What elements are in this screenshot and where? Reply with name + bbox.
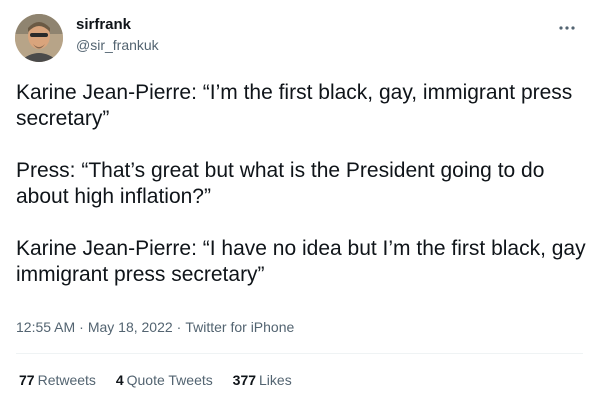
tweet-source-link[interactable]: Twitter for iPhone [185, 319, 294, 335]
tweet-timestamp-link[interactable]: 12:55 AM · May 18, 2022 [16, 319, 173, 335]
retweets-stat[interactable]: 77 Retweets [19, 372, 96, 388]
tweet-card: sirfrank @sir_frankuk Karine Jean-Pierre… [0, 0, 599, 401]
tweet-metadata: 12:55 AM · May 18, 2022 · Twitter for iPhone [16, 319, 294, 335]
retweets-count: 77 [19, 372, 35, 388]
meta-separator: · [176, 319, 182, 335]
retweets-label: Retweets [37, 372, 96, 388]
avatar[interactable] [15, 14, 63, 62]
tweet-date: May 18, 2022 [87, 319, 173, 335]
likes-label: Likes [259, 372, 292, 388]
author-info: sirfrank @sir_frankuk [76, 15, 159, 52]
more-horizontal-icon [559, 26, 575, 30]
more-options-button[interactable] [557, 20, 577, 30]
quote-tweets-stat[interactable]: 4 Quote Tweets [116, 372, 213, 388]
likes-count: 377 [232, 372, 257, 388]
author-display-name[interactable]: sirfrank [76, 17, 159, 32]
divider [16, 353, 583, 354]
tweet-time: 12:55 AM [16, 319, 76, 335]
quote-tweets-label: Quote Tweets [126, 372, 213, 388]
likes-stat[interactable]: 377 Likes [233, 372, 292, 388]
tweet-stats: 77 Retweets 4 Quote Tweets 377 Likes [19, 372, 308, 388]
tweet-paragraph: Karine Jean-Pierre: “I have no idea but … [16, 237, 586, 286]
tweet-paragraph: Press: “That’s great but what is the Pre… [16, 159, 545, 208]
meta-separator: · [79, 319, 84, 335]
tweet-text: Karine Jean-Pierre: “I’m the first black… [16, 80, 586, 314]
author-handle[interactable]: @sir_frankuk [76, 38, 159, 52]
quote-tweets-count: 4 [115, 372, 124, 388]
tweet-paragraph: Karine Jean-Pierre: “I’m the first black… [16, 81, 573, 130]
user-avatar-icon [15, 14, 63, 62]
